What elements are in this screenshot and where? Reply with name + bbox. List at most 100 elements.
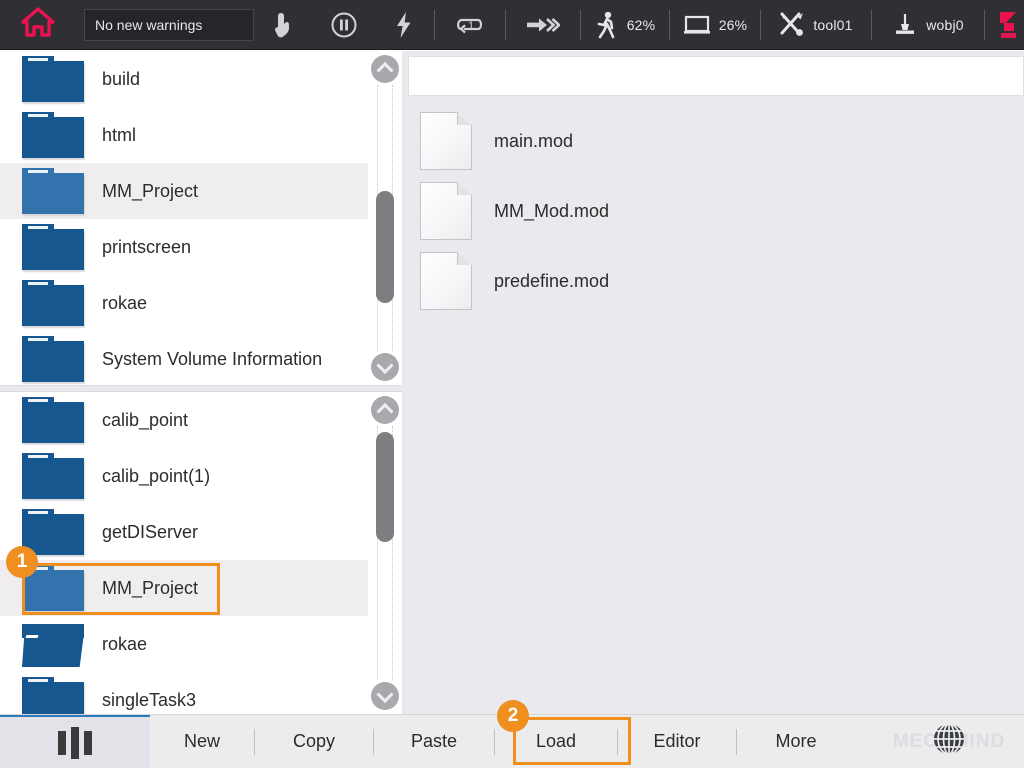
folder-label: build [102,69,140,90]
loop-once-icon: 1 [455,12,485,38]
folder-open-icon [22,621,84,667]
copy-button-label: Copy [293,731,335,752]
globe-icon [929,719,969,764]
columns-view-icon [58,727,92,759]
application-window: No new warnings [0,0,1024,768]
screen-indicator[interactable]: 26% [670,0,760,50]
folder-list-bottom-panel: calib_point calib_point(1) getDIServer M… [0,392,402,714]
robot-arm-icon [996,9,1022,41]
scroll-up-button[interactable] [371,55,399,83]
folder-icon [22,112,84,158]
more-button[interactable]: More [737,715,855,768]
pause-button[interactable] [314,0,374,50]
scrollbar-top[interactable] [368,51,402,385]
top-status-bar: No new warnings [0,0,1024,50]
folder-row-mm-project-bottom[interactable]: MM_Project [0,560,368,616]
file-icon [420,112,472,170]
screen-value: 26% [719,17,748,33]
file-row-mm-mod-mod[interactable]: MM_Mod.mod [402,176,1024,246]
tools-icon [779,12,805,38]
scroll-up-button[interactable] [371,396,399,424]
folder-label: rokae [102,634,147,655]
running-man-speed-icon [595,11,619,39]
file-label: main.mod [494,131,573,152]
path-field[interactable] [408,56,1024,96]
copy-button[interactable]: Copy [255,715,373,768]
workobject-icon [892,12,918,38]
folder-label: html [102,125,136,146]
folder-icon [22,397,84,443]
scroll-down-button[interactable] [371,682,399,710]
folder-label: MM_Project [102,181,198,202]
paste-button[interactable]: Paste [374,715,494,768]
step-forward-button[interactable] [506,0,580,50]
folder-row-calib-point-1[interactable]: calib_point(1) [0,448,368,504]
load-button-label: Load [536,731,576,752]
lightning-bolt-icon [394,11,414,39]
new-button[interactable]: New [150,715,254,768]
folder-label: singleTask3 [102,690,196,711]
workobject-name: wobj0 [926,17,964,33]
folder-label: MM_Project [102,578,198,599]
folder-row-build[interactable]: build [0,51,368,107]
more-button-label: More [775,731,816,752]
folder-row-rokae-bottom[interactable]: rokae [0,616,368,672]
view-toggle-button[interactable] [0,715,150,768]
speed-value: 62% [627,17,656,33]
folder-label: rokae [102,293,147,314]
file-label: MM_Mod.mod [494,201,609,222]
home-icon [21,6,55,43]
scrollbar-bottom[interactable] [368,392,402,714]
folder-label: calib_point(1) [102,466,210,487]
folder-row-singletask3[interactable]: singleTask3 [0,672,368,714]
hand-pointer-icon [273,11,295,39]
folder-label: getDIServer [102,522,198,543]
home-button[interactable] [0,0,76,50]
warning-status-field[interactable]: No new warnings [84,9,254,41]
manual-mode-button[interactable] [254,0,314,50]
editor-button[interactable]: Editor [618,715,736,768]
folder-label: calib_point [102,410,188,431]
folder-row-getdiserver[interactable]: getDIServer [0,504,368,560]
folder-row-calib-point[interactable]: calib_point [0,392,368,448]
paste-button-label: Paste [411,731,457,752]
file-row-main-mod[interactable]: main.mod [402,106,1024,176]
annotation-badge-1: 1 [6,546,38,578]
cycle-mode-button[interactable]: 1 [435,0,505,50]
panel-divider [0,385,402,392]
folder-row-mm-project-top[interactable]: MM_Project [0,163,368,219]
folder-icon [22,453,84,499]
new-button-label: New [184,731,220,752]
folder-row-rokae-top[interactable]: rokae [0,275,368,331]
folder-row-printscreen[interactable]: printscreen [0,219,368,275]
folder-list-bottom: calib_point calib_point(1) getDIServer M… [0,392,368,714]
file-list: main.mod MM_Mod.mod predefine.mod [402,106,1024,316]
folder-list-top: build html MM_Project printscreen [0,51,368,385]
tool-selector[interactable]: tool01 [761,0,871,50]
warning-status-text: No new warnings [95,17,202,33]
file-icon [420,252,472,310]
file-icon [420,182,472,240]
motors-on-button[interactable] [374,0,434,50]
scrollbar-thumb[interactable] [376,432,394,542]
folder-label: System Volume Information [102,349,322,370]
folder-icon [22,56,84,102]
scrollbar-thumb[interactable] [376,191,394,303]
folder-icon [22,280,84,326]
folder-icon [22,336,84,382]
tool-name: tool01 [813,17,852,33]
robot-status-button[interactable] [985,0,1024,50]
scroll-down-button[interactable] [371,353,399,381]
folder-label: printscreen [102,237,191,258]
folder-icon [22,677,84,714]
file-row-predefine-mod[interactable]: predefine.mod [402,246,1024,316]
folder-row-html[interactable]: html [0,107,368,163]
speed-indicator[interactable]: 62% [581,0,669,50]
workobject-selector[interactable]: wobj0 [872,0,984,50]
language-button[interactable]: MECHMIND [874,715,1024,768]
folder-list-top-panel: build html MM_Project printscreen [0,51,402,385]
screen-icon [683,13,711,37]
step-forward-icon [526,14,560,36]
folder-row-system-volume-information[interactable]: System Volume Information [0,331,368,385]
file-list-panel: main.mod MM_Mod.mod predefine.mod [402,51,1024,714]
